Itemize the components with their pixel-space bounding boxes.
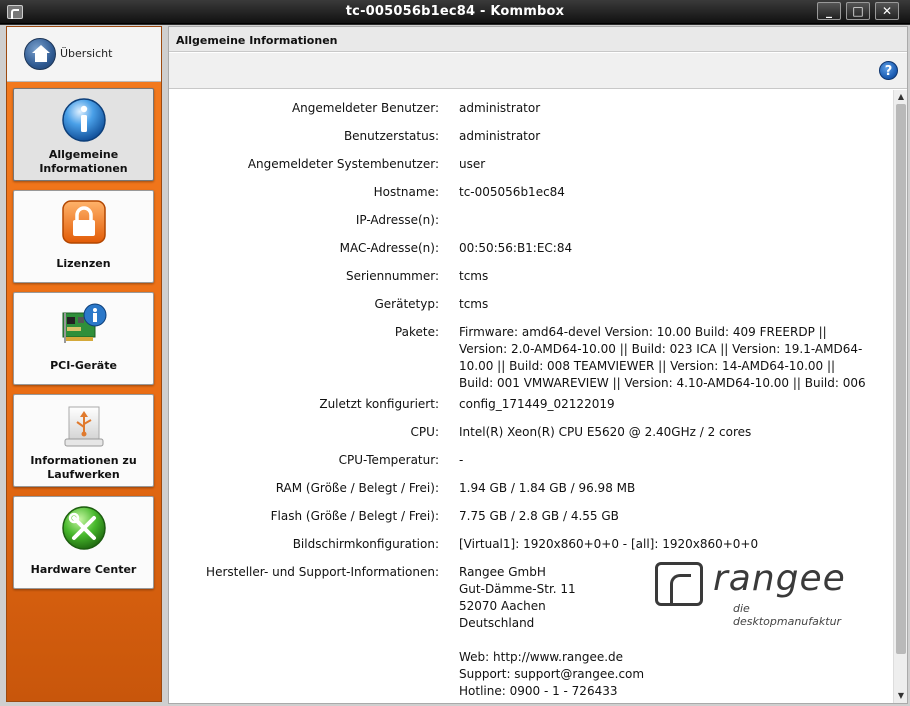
rangee-wordmark: rangee — [713, 558, 846, 599]
nav-hardware-center[interactable]: Hardware Center — [13, 496, 154, 589]
page-title: Allgemeine Informationen — [169, 27, 907, 52]
support-spacer — [459, 632, 867, 649]
content-pane: Allgemeine Informationen ? Angemeldeter … — [168, 26, 908, 704]
rangee-logo: rangee die desktopmanufaktur — [655, 558, 845, 628]
info-value: tc-005056b1ec84 — [459, 185, 565, 199]
lock-icon — [62, 200, 106, 244]
usb-drive-icon — [64, 406, 104, 447]
info-key: Bildschirmkonfiguration: — [292, 537, 439, 551]
nav-general-info-label: Allgemeine Informationen — [39, 148, 128, 175]
nav-hardware-center-label: Hardware Center — [30, 563, 137, 576]
info-key: CPU: — [410, 425, 439, 439]
info-key: Hostname: — [373, 185, 439, 199]
info-value: 1.94 GB / 1.84 GB / 96.98 MB — [459, 481, 636, 495]
info-value: Firmware: amd64-devel Version: 10.00 Bui… — [459, 325, 866, 390]
nav-drive-info[interactable]: Informationen zu Laufwerken — [13, 394, 154, 487]
nav-general-info[interactable]: Allgemeine Informationen — [13, 88, 154, 181]
rangee-tagline: die desktopmanufaktur — [733, 602, 842, 628]
info-key: MAC-Adresse(n): — [339, 241, 439, 255]
info-key: Seriennummer: — [346, 269, 439, 283]
scroll-down-icon[interactable]: ▼ — [896, 691, 906, 701]
info-key: Angemeldeter Systembenutzer: — [247, 157, 439, 171]
info-value: administrator — [459, 129, 541, 143]
info-value: tcms — [459, 269, 489, 283]
maximize-button[interactable]: □ — [846, 2, 870, 20]
toolbar: ? — [169, 53, 907, 89]
pci-card-icon — [62, 303, 107, 343]
info-value: Intel(R) Xeon(R) CPU E5620 @ 2.40GHz / 2… — [459, 425, 752, 439]
scrollbar-thumb[interactable] — [896, 104, 906, 654]
info-list: Angemeldeter Benutzer: administrator Ben… — [169, 90, 893, 703]
support-hotline: Hotline: 0900 - 1 - 726433 — [459, 684, 618, 698]
info-value: - — [459, 453, 464, 467]
info-key: Flash (Größe / Belegt / Frei): — [270, 509, 439, 523]
support-key: Hersteller- und Support-Informationen: — [206, 565, 439, 579]
window-title: tc-005056b1ec84 - Kommbox — [345, 4, 565, 19]
info-value: user — [459, 157, 486, 171]
info-value: config_171449_02122019 — [459, 397, 615, 411]
info-value: 00:50:56:B1:EC:84 — [459, 241, 573, 255]
overview-label: Übersicht — [60, 47, 113, 60]
nav-pci-devices[interactable]: PCI-Geräte — [13, 292, 154, 385]
minimize-button[interactable]: _ — [817, 2, 841, 20]
window-body: Übersicht Allgemeine Informationen Lizen… — [0, 25, 910, 706]
home-icon — [24, 38, 56, 70]
nav-drive-info-label: Informationen zu Laufwerken — [30, 454, 137, 481]
support-email: Support: support@rangee.com — [459, 667, 645, 681]
info-key: Pakete: — [394, 325, 439, 339]
rangee-logo-mark — [655, 562, 703, 606]
nav-licenses-label: Lizenzen — [56, 257, 111, 270]
info-key: Angemeldeter Benutzer: — [291, 101, 439, 115]
help-icon[interactable]: ? — [879, 61, 898, 80]
info-key: Gerätetyp: — [374, 297, 439, 311]
close-button[interactable]: ✕ — [875, 2, 899, 20]
info-key: CPU-Temperatur: — [338, 453, 439, 467]
overview-button[interactable]: Übersicht — [7, 27, 161, 82]
scroll-up-icon[interactable]: ▲ — [896, 92, 906, 102]
nav-pci-devices-label: PCI-Geräte — [50, 359, 117, 372]
info-value: tcms — [459, 297, 489, 311]
info-key: Benutzerstatus: — [343, 129, 439, 143]
support-web: Web: http://www.rangee.de — [459, 650, 624, 664]
info-key: RAM (Größe / Belegt / Frei): — [275, 481, 439, 495]
sidebar: Übersicht Allgemeine Informationen Lizen… — [6, 26, 162, 702]
info-key: Zuletzt konfiguriert: — [319, 397, 439, 411]
info-value: administrator — [459, 101, 541, 115]
info-value: 7.75 GB / 2.8 GB / 4.55 GB — [459, 509, 619, 523]
title-bar: tc-005056b1ec84 - Kommbox _ □ ✕ — [0, 0, 910, 24]
info-icon — [62, 98, 106, 142]
info-key: IP-Adresse(n): — [355, 213, 439, 227]
vertical-scrollbar[interactable]: ▲ ▼ — [893, 90, 907, 703]
tools-icon — [62, 506, 106, 550]
info-value: [Virtual1]: 1920x860+0+0 - [all]: 1920x8… — [459, 537, 759, 551]
nav-licenses[interactable]: Lizenzen — [13, 190, 154, 283]
